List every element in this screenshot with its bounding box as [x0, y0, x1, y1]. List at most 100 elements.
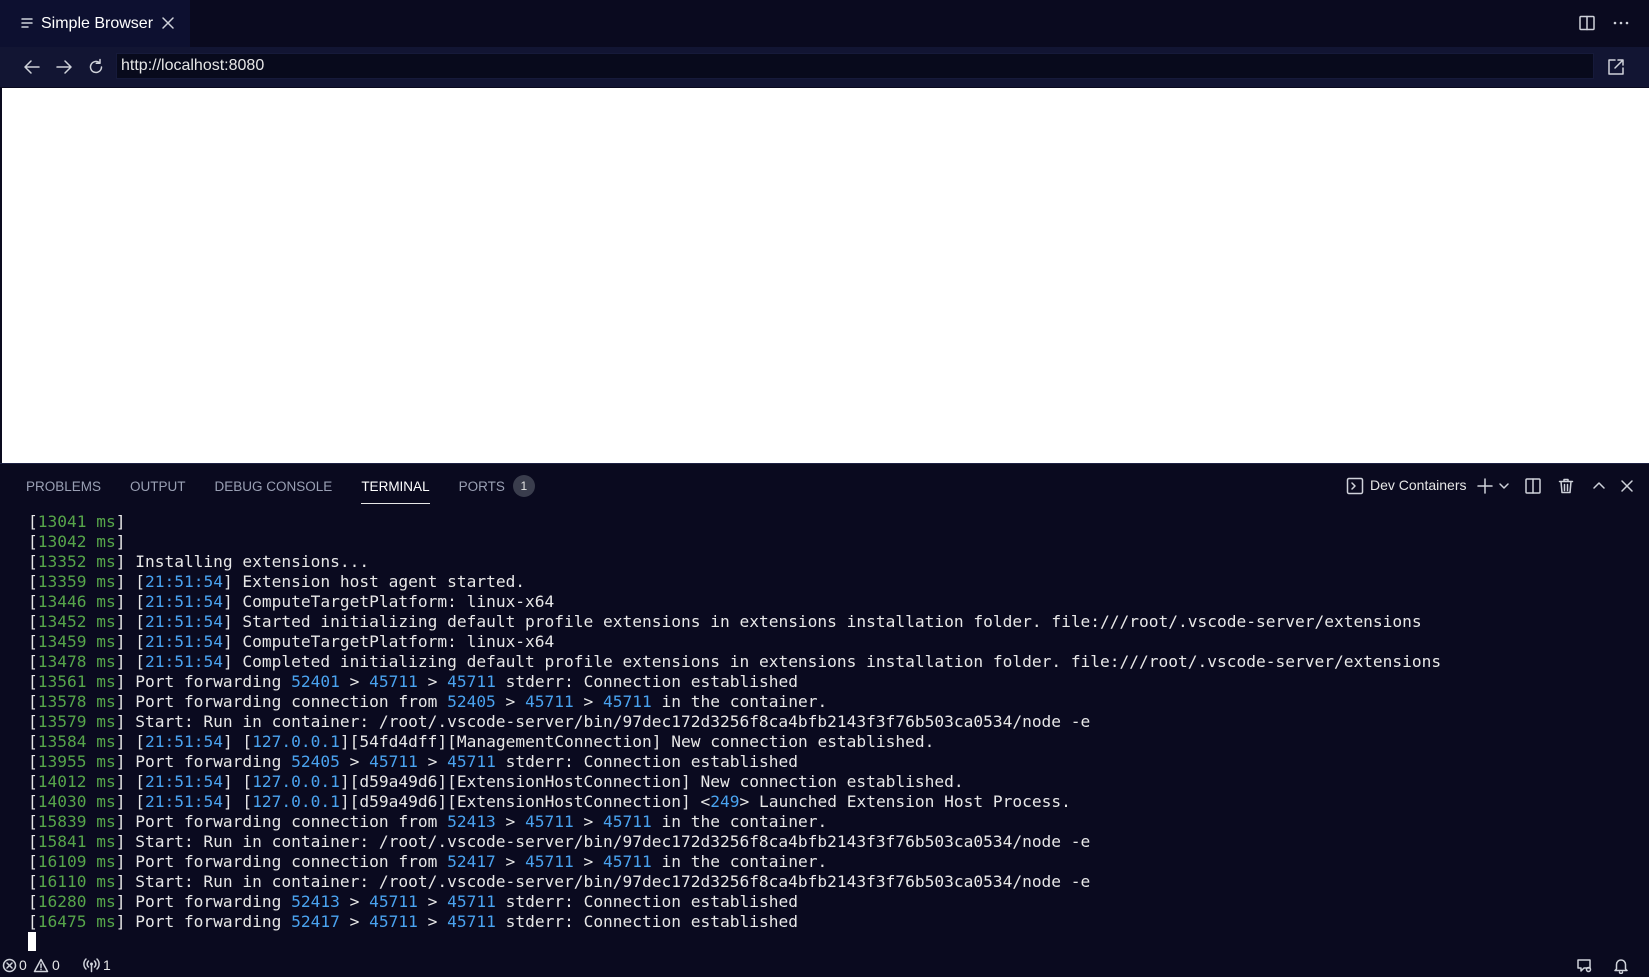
plus-icon[interactable] [1476, 477, 1494, 495]
tab-debug-console[interactable]: DEBUG CONSOLE [215, 464, 333, 508]
tab-terminal[interactable]: TERMINAL [361, 464, 430, 508]
terminal-text: ] [ [222, 732, 253, 751]
terminal-text: [ [28, 892, 38, 911]
terminal-line: [13955 ms] Port forwarding 52405 > 45711… [28, 752, 1441, 772]
terminal-icon[interactable] [1346, 477, 1364, 495]
close-icon[interactable] [161, 16, 175, 30]
error-icon[interactable] [2, 958, 17, 973]
terminal-text: ] ComputeTargetPlatform: linux-x64 [222, 632, 555, 651]
highlighted-number: 45711 [603, 692, 652, 711]
terminal-text: ] Port forwarding connection from [115, 852, 448, 871]
tab-problems[interactable]: PROBLEMS [26, 464, 101, 508]
terminal-line: [13446 ms] [21:51:54] ComputeTargetPlatf… [28, 592, 1441, 612]
errors-count[interactable]: 0 [19, 957, 27, 973]
terminal-text: [ [28, 772, 38, 791]
terminal-line: [15841 ms] Start: Run in container: /roo… [28, 832, 1441, 852]
highlighted-number: 21:51:54 [144, 612, 223, 631]
terminal-text: ] [ [115, 612, 145, 631]
highlighted-number: 45711 [369, 752, 418, 771]
timestamp-ms: 13042 ms [37, 532, 116, 551]
terminal-text: ] Completed initializing default profile… [222, 652, 1442, 671]
bell-icon[interactable] [1612, 957, 1630, 974]
terminal-text: stderr: Connection established [495, 752, 798, 771]
terminal-text: [ [28, 632, 38, 651]
terminal-text: ] [ [115, 652, 145, 671]
terminal-name[interactable]: Dev Containers [1370, 477, 1467, 493]
chevron-down-icon[interactable] [1497, 479, 1511, 493]
timestamp-ms: 13352 ms [37, 552, 116, 571]
close-icon[interactable] [1618, 477, 1636, 495]
highlighted-number: 21:51:54 [144, 572, 223, 591]
terminal-text: ] Port forwarding [115, 672, 292, 691]
terminal-text: ][d59a49d6][ExtensionHostConnection] < [339, 792, 711, 811]
split-editor-icon[interactable] [1578, 14, 1596, 32]
terminal-text: ] [115, 532, 126, 551]
highlighted-number: 45711 [369, 672, 418, 691]
terminal-text: > [417, 912, 448, 931]
terminal-line: [13359 ms] [21:51:54] Extension host age… [28, 572, 1441, 592]
warning-icon[interactable] [33, 958, 49, 973]
warnings-count[interactable]: 0 [52, 957, 60, 973]
tab-output[interactable]: OUTPUT [130, 464, 186, 508]
terminal-line: [13459 ms] [21:51:54] ComputeTargetPlatf… [28, 632, 1441, 652]
terminal-text: [ [28, 672, 38, 691]
terminal-text: ] Port forwarding [115, 912, 292, 931]
refresh-icon[interactable] [86, 57, 106, 77]
terminal-line: [16110 ms] Start: Run in container: /roo… [28, 872, 1441, 892]
terminal-text: > [573, 692, 604, 711]
terminal-text: ] Port forwarding [115, 892, 292, 911]
feedback-icon[interactable] [1575, 957, 1593, 974]
more-icon[interactable] [1612, 14, 1630, 32]
terminal-text: > Launched Extension Host Process. [739, 792, 1071, 811]
tab-debug-console-label: DEBUG CONSOLE [214, 478, 333, 494]
url-input[interactable] [116, 53, 1594, 79]
highlighted-number: 52405 [291, 752, 340, 771]
timestamp-ms: 13578 ms [37, 692, 116, 711]
menu-icon [21, 17, 33, 29]
external-link-icon[interactable] [1606, 57, 1626, 77]
trash-icon[interactable] [1557, 477, 1575, 495]
highlighted-number: 52417 [447, 852, 496, 871]
timestamp-ms: 13041 ms [37, 512, 116, 531]
terminal-line: [14030 ms] [21:51:54] [127.0.0.1][d59a49… [28, 792, 1441, 812]
terminal-text: > [339, 752, 370, 771]
editor-tab-simple-browser[interactable]: Simple Browser [0, 0, 190, 47]
terminal-line: [13584 ms] [21:51:54] [127.0.0.1][54fd4d… [28, 732, 1441, 752]
highlighted-number: 249 [710, 792, 740, 811]
terminal-text: ] Started initializing default profile e… [222, 612, 1422, 631]
terminal-line: [13578 ms] Port forwarding connection fr… [28, 692, 1441, 712]
terminal-text: [ [28, 532, 38, 551]
terminal-text: ] [ [115, 732, 145, 751]
terminal-text: [ [28, 692, 38, 711]
timestamp-ms: 16109 ms [37, 852, 116, 871]
terminal-text: ][54fd4dff][ManagementConnection] New co… [339, 732, 935, 751]
timestamp-ms: 13478 ms [37, 652, 116, 671]
terminal-text: [ [28, 752, 38, 771]
highlighted-number: 52401 [291, 672, 340, 691]
highlighted-number: 45711 [447, 752, 496, 771]
terminal-text: ] [ [115, 792, 145, 811]
split-icon[interactable] [1524, 477, 1542, 495]
terminal-text: ] [ [115, 772, 145, 791]
browser-viewport[interactable] [2, 88, 1649, 463]
highlighted-number: 45711 [603, 852, 652, 871]
terminal-text: ] Port forwarding connection from [115, 692, 448, 711]
terminal-line: [16109 ms] Port forwarding connection fr… [28, 852, 1441, 872]
ports-count[interactable]: 1 [103, 957, 111, 973]
highlighted-number: 52417 [291, 912, 340, 931]
highlighted-number: 45711 [369, 892, 418, 911]
terminal-text: ] Start: Run in container: /root/.vscode… [115, 872, 1091, 891]
arrow-right-icon[interactable] [54, 57, 74, 77]
tab-ports[interactable]: PORTS 1 [459, 464, 535, 508]
timestamp-ms: 15839 ms [37, 812, 116, 831]
terminal-line: [13041 ms] [28, 512, 1441, 532]
terminal-text: > [339, 672, 370, 691]
chevron-up-icon[interactable] [1590, 477, 1608, 495]
timestamp-ms: 16280 ms [37, 892, 116, 911]
highlighted-number: 45711 [525, 852, 574, 871]
terminal-text: [ [28, 592, 38, 611]
terminal-output[interactable]: [13041 ms] [13042 ms] [13352 ms] Installin… [28, 512, 1441, 952]
terminal-text: [ [28, 812, 38, 831]
broadcast-icon[interactable] [83, 958, 100, 973]
arrow-left-icon[interactable] [22, 57, 42, 77]
